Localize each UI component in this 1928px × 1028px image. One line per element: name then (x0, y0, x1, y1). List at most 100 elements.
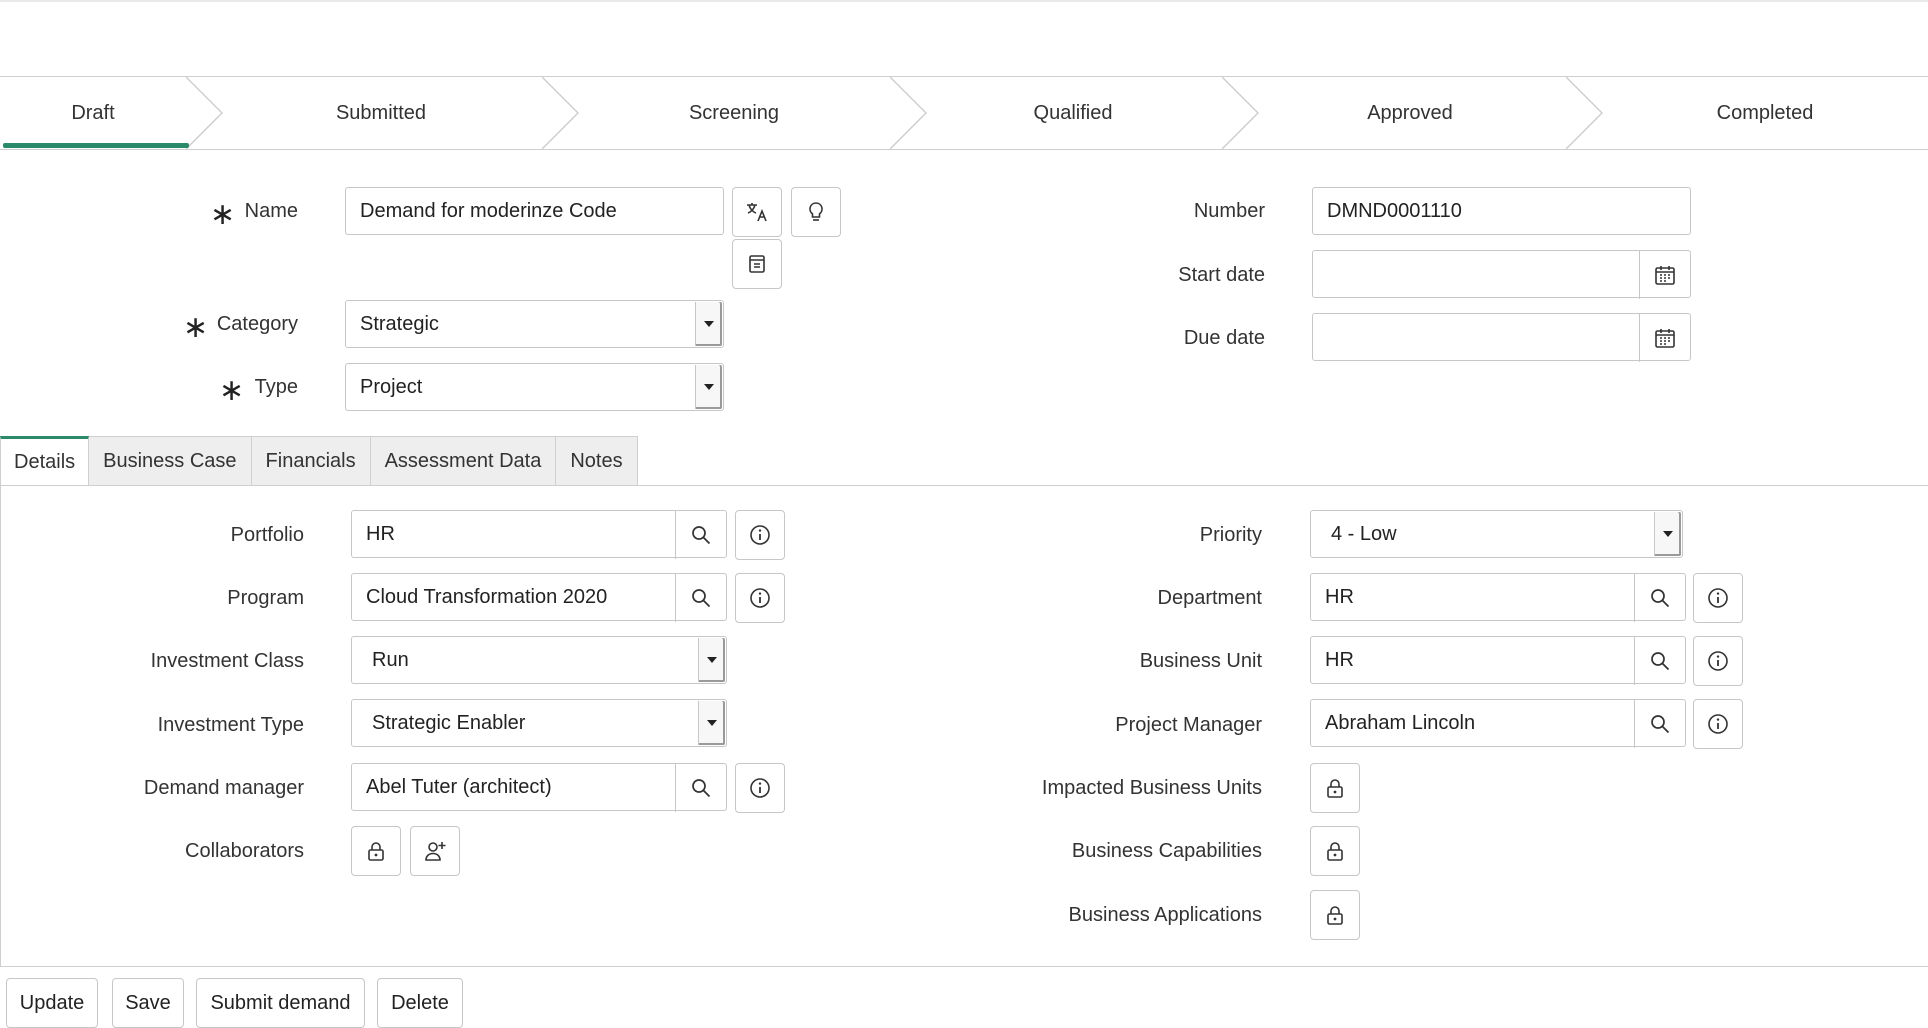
business-unit-info-button[interactable] (1693, 636, 1743, 686)
business-unit-search-button[interactable] (1634, 637, 1685, 685)
chevron-down-icon (695, 302, 722, 346)
impacted-business-units-unlock-button[interactable] (1310, 763, 1360, 813)
type-label: Type (254, 376, 298, 398)
chevron-down-icon (698, 701, 725, 745)
calendar-icon (1655, 266, 1675, 285)
due-date-input[interactable] (1312, 313, 1691, 362)
tab-label: Details (14, 450, 76, 473)
info-icon (1708, 651, 1728, 671)
search-icon (1651, 715, 1670, 734)
department-search-button[interactable] (1634, 574, 1685, 622)
submit-demand-button[interactable]: Submit demand (196, 978, 365, 1028)
project-manager-info-button[interactable] (1693, 699, 1743, 749)
priority-label: Priority (1199, 524, 1262, 546)
stage-separator-icon (1566, 77, 1604, 149)
program-search-button[interactable] (675, 574, 726, 622)
search-icon (692, 779, 711, 798)
due-date-label: Due date (1183, 327, 1265, 349)
portfolio-input[interactable]: HR (351, 510, 727, 559)
lock-icon (1327, 779, 1343, 798)
chevron-down-icon (698, 638, 725, 682)
stage-completed[interactable]: Completed (1602, 77, 1928, 149)
tab-assessment-data[interactable]: Assessment Data (370, 436, 557, 486)
investment-type-select[interactable]: Strategic Enabler (351, 699, 727, 747)
collaborators-label: Collaborators (185, 840, 304, 862)
priority-select[interactable]: 4 - Low (1310, 510, 1683, 558)
start-date-calendar-button[interactable] (1639, 251, 1690, 299)
update-button[interactable]: Update (6, 978, 98, 1028)
tab-label: Business Case (103, 449, 237, 472)
stage-draft[interactable]: Draft (0, 77, 186, 149)
search-icon (1651, 652, 1670, 671)
business-capabilities-label: Business Capabilities (1071, 840, 1262, 862)
stage-label: Submitted (335, 101, 427, 124)
business-unit-value: HR (1325, 648, 1354, 671)
tab-details[interactable]: Details (0, 436, 90, 486)
department-value: HR (1325, 585, 1354, 608)
portfolio-value: HR (366, 522, 395, 545)
stage-separator-icon (542, 77, 580, 149)
delete-button[interactable]: Delete (377, 978, 463, 1028)
business-unit-label: Business Unit (1139, 650, 1262, 672)
stage-screening[interactable]: Screening (578, 77, 890, 149)
stage-qualified[interactable]: Qualified (926, 77, 1220, 149)
stage-separator-icon (186, 77, 224, 149)
program-label: Program (227, 587, 304, 609)
category-select[interactable]: Strategic (345, 300, 724, 348)
suggestion-button[interactable] (791, 187, 841, 237)
investment-class-select[interactable]: Run (351, 636, 727, 684)
category-label: Category (216, 313, 298, 335)
investment-type-label: Investment Type (157, 714, 304, 736)
portfolio-search-button[interactable] (675, 511, 726, 559)
tab-business-case[interactable]: Business Case (89, 436, 252, 486)
add-collaborator-button[interactable] (410, 826, 460, 876)
demand-manager-info-button[interactable] (735, 763, 785, 813)
portfolio-info-button[interactable] (735, 510, 785, 560)
business-applications-label: Business Applications (1068, 904, 1262, 926)
lightbulb-icon (809, 202, 823, 221)
translate-icon (747, 203, 767, 222)
stage-submitted[interactable]: Submitted (222, 77, 540, 149)
business-unit-input[interactable]: HR (1310, 636, 1686, 685)
info-icon (750, 588, 770, 608)
add-user-icon (425, 842, 446, 861)
department-input[interactable]: HR (1310, 573, 1686, 622)
name-input[interactable]: Demand for moderinze Code (345, 187, 724, 235)
translate-button[interactable] (732, 187, 782, 237)
project-manager-search-button[interactable] (1634, 700, 1685, 748)
start-date-label: Start date (1178, 264, 1265, 286)
stage-separator-icon (890, 77, 928, 149)
lock-icon (368, 842, 384, 861)
stage-label: Approved (1367, 101, 1453, 124)
search-icon (692, 526, 711, 545)
tab-label: Notes (570, 449, 623, 472)
save-button[interactable]: Save (112, 978, 184, 1028)
program-value: Cloud Transformation 2020 (366, 585, 608, 608)
tab-financials[interactable]: Financials (251, 436, 371, 486)
investment-class-value: Run (372, 648, 409, 671)
tab-notes[interactable]: Notes (556, 436, 638, 486)
name-label: Name (244, 200, 298, 222)
project-manager-value: Abraham Lincoln (1325, 711, 1476, 734)
search-icon (1651, 589, 1670, 608)
stage-separator-icon (1222, 77, 1260, 149)
template-button[interactable] (732, 239, 782, 289)
start-date-input[interactable] (1312, 250, 1691, 299)
business-capabilities-unlock-button[interactable] (1310, 826, 1360, 876)
demand-manager-input[interactable]: Abel Tuter (architect) (351, 763, 727, 812)
collaborators-unlock-button[interactable] (351, 826, 401, 876)
program-input[interactable]: Cloud Transformation 2020 (351, 573, 727, 622)
stage-label: Draft (71, 101, 115, 124)
number-input[interactable]: DMND0001110 (1312, 187, 1691, 235)
active-stage-indicator (3, 143, 189, 148)
demand-manager-search-button[interactable] (675, 764, 726, 812)
department-info-button[interactable] (1693, 573, 1743, 623)
due-date-calendar-button[interactable] (1639, 314, 1690, 362)
form-tabs: Details Business Case Financials Assessm… (0, 436, 638, 486)
program-info-button[interactable] (735, 573, 785, 623)
business-applications-unlock-button[interactable] (1310, 890, 1360, 940)
stage-label: Qualified (1033, 101, 1113, 124)
type-select[interactable]: Project (345, 363, 724, 411)
stage-approved[interactable]: Approved (1258, 77, 1562, 149)
project-manager-input[interactable]: Abraham Lincoln (1310, 699, 1686, 748)
